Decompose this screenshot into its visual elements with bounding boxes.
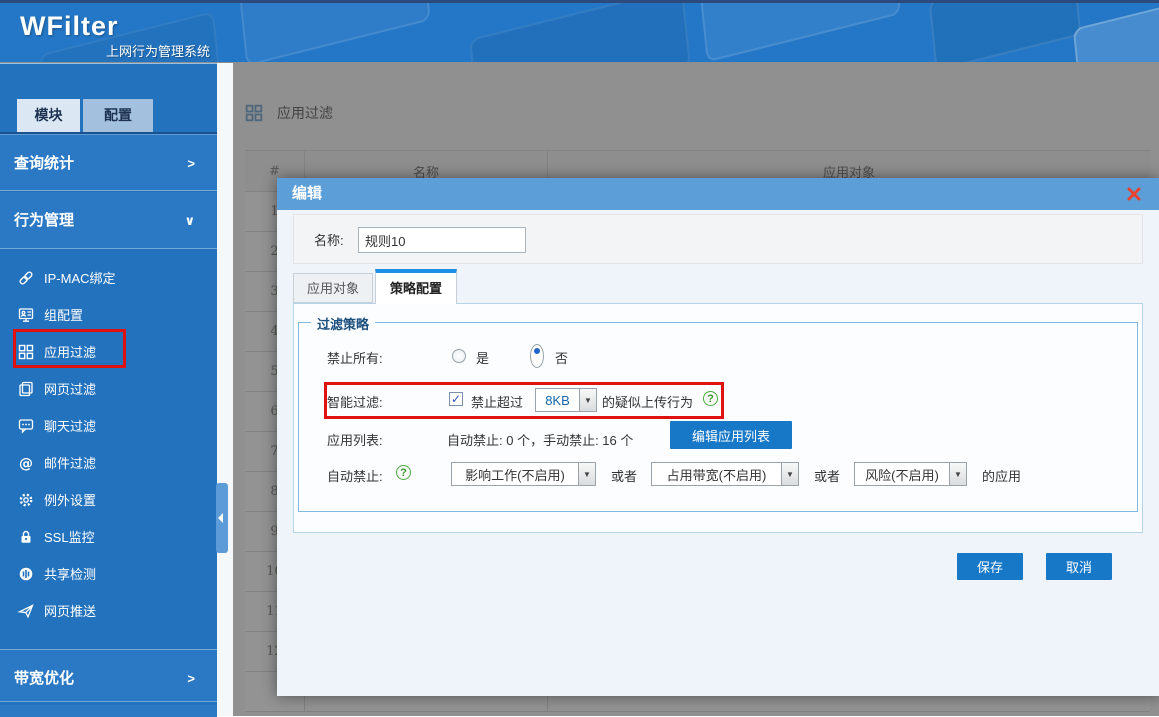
radio-no[interactable] <box>530 344 544 368</box>
sidebar-item-share-detect[interactable]: 共享检测 <box>0 555 217 592</box>
chat-icon <box>17 418 35 434</box>
top-banner: WFilter 上网行为管理系统 <box>0 0 1159 63</box>
smart-filter-label: 智能过滤: <box>327 392 383 411</box>
chevron-down-icon[interactable]: ▼ <box>781 463 798 485</box>
app-logo: WFilter <box>20 11 119 42</box>
impact-work-value: 影响工作(不启用) <box>452 465 578 484</box>
filter-policy-fieldset: 过滤策略 禁止所有: 是 否 智能过滤: ✓ 禁止超过 8KB ▼ 的疑似上传行… <box>298 322 1138 512</box>
chevron-down-icon: ∨ <box>184 192 195 249</box>
sidebar-item-web-push[interactable]: 网页推送 <box>0 592 217 629</box>
radio-yes[interactable] <box>452 349 466 363</box>
size-select-value: 8KB <box>536 393 579 408</box>
sidebar-gap <box>217 63 233 716</box>
grid-icon <box>17 344 35 360</box>
sidebar-item-web-filter[interactable]: 网页过滤 <box>0 370 217 407</box>
sidebar-section-stats[interactable]: 查询统计 > <box>0 134 217 191</box>
size-select[interactable]: 8KB ▼ <box>535 388 597 412</box>
radio-no-label[interactable]: 否 <box>555 348 568 367</box>
auto-forbid-label: 自动禁止: <box>327 466 383 485</box>
gear-icon <box>17 492 35 508</box>
sidebar-section-bandwidth[interactable]: 带宽优化 > <box>0 649 217 702</box>
chevron-right-icon: > <box>187 135 195 192</box>
edit-app-list-button[interactable]: 编辑应用列表 <box>670 421 792 449</box>
chevron-down-icon[interactable]: ▼ <box>949 463 966 485</box>
risk-select[interactable]: 风险(不启用) ▼ <box>854 462 967 486</box>
keyboard-key-decoration <box>699 0 901 62</box>
bandwidth-usage-value: 占用带宽(不启用) <box>652 465 781 484</box>
close-icon[interactable] <box>1125 185 1143 203</box>
lock-icon <box>17 529 35 545</box>
at-icon: @ <box>17 455 35 471</box>
of-apps-label: 的应用 <box>982 466 1021 485</box>
sidebar-item-exceptions[interactable]: 例外设置 <box>0 481 217 518</box>
app-subtitle: 上网行为管理系统 <box>106 41 210 60</box>
sidebar-item-ssl-monitor[interactable]: SSL监控 <box>0 518 217 555</box>
help-icon[interactable]: ? <box>396 465 411 480</box>
share-icon <box>17 566 35 582</box>
app-list-counts: 自动禁止: 0 个，手动禁止: 16 个 <box>447 430 633 449</box>
or-label: 或者 <box>814 466 840 485</box>
radio-yes-label[interactable]: 是 <box>476 348 489 367</box>
sidebar-item-ip-mac[interactable]: IP-MAC绑定 <box>0 259 217 296</box>
sidebar-item-group-config[interactable]: 组配置 <box>0 296 217 333</box>
edit-dialog: 编辑 名称: 应用对象 策略配置 过滤策略 禁止所有: 是 否 智能过滤: ✓ <box>277 178 1159 696</box>
sidebar-submenu: IP-MAC绑定 组配置 应用过滤 网页过滤 聊天过滤 <box>0 259 217 629</box>
forbid-all-label: 禁止所有: <box>327 348 383 367</box>
tab-modules[interactable]: 模块 <box>17 99 80 132</box>
forbid-all-row: 禁止所有: 是 否 <box>299 343 1137 369</box>
keyboard-key-decoration <box>929 0 1082 63</box>
sidebar-item-app-filter[interactable]: 应用过滤 <box>0 333 217 370</box>
send-icon <box>17 603 35 619</box>
tab-policy-config[interactable]: 策略配置 <box>375 269 457 304</box>
keyboard-key-decoration <box>1073 0 1159 63</box>
or-label: 或者 <box>611 466 637 485</box>
risk-value: 风险(不启用) <box>855 465 949 484</box>
help-icon[interactable]: ? <box>703 391 718 406</box>
sidebar: 模块 配置 查询统计 > 行为管理 ∨ IP-MAC绑定 组配置 应用过滤 <box>0 63 217 716</box>
name-label: 名称: <box>314 230 344 249</box>
sidebar-tab-bar: 模块 配置 <box>0 99 217 132</box>
save-button[interactable]: 保存 <box>957 553 1023 580</box>
dialog-title-bar: 编辑 <box>277 178 1159 210</box>
sidebar-section-behavior[interactable]: 行为管理 ∨ <box>0 192 217 249</box>
auto-forbid-row: 自动禁止: ? 影响工作(不启用) ▼ 或者 占用带宽(不启用) ▼ 或者 风险… <box>299 461 1137 487</box>
rule-name-panel: 名称: <box>293 214 1143 264</box>
app-list-row: 应用列表: 自动禁止: 0 个，手动禁止: 16 个 编辑应用列表 <box>299 425 1137 451</box>
chevron-down-icon[interactable]: ▼ <box>579 389 596 411</box>
pages-icon <box>17 381 35 397</box>
smart-filter-checkbox[interactable]: ✓ <box>449 392 463 406</box>
policy-tab-panel: 过滤策略 禁止所有: 是 否 智能过滤: ✓ 禁止超过 8KB ▼ 的疑似上传行… <box>293 303 1143 533</box>
smart-filter-row: 智能过滤: ✓ 禁止超过 8KB ▼ 的疑似上传行为 ? <box>299 387 1137 413</box>
sidebar-section-next-partial[interactable] <box>0 705 217 717</box>
link-icon <box>17 270 35 286</box>
bandwidth-usage-select[interactable]: 占用带宽(不启用) ▼ <box>651 462 799 486</box>
sidebar-item-mail-filter[interactable]: @ 邮件过滤 <box>0 444 217 481</box>
fieldset-legend: 过滤策略 <box>311 314 375 333</box>
svg-text:@: @ <box>19 456 33 471</box>
keyboard-key-decoration <box>239 0 431 63</box>
impact-work-select[interactable]: 影响工作(不启用) ▼ <box>451 462 596 486</box>
tab-app-target[interactable]: 应用对象 <box>293 273 373 303</box>
rule-name-input[interactable] <box>358 227 526 253</box>
collapse-left-icon <box>218 513 223 523</box>
chevron-down-icon[interactable]: ▼ <box>578 463 595 485</box>
keyboard-key-decoration <box>469 0 691 63</box>
forbid-over-label: 禁止超过 <box>471 392 523 411</box>
app-list-label: 应用列表: <box>327 430 383 449</box>
chevron-right-icon: > <box>187 650 195 707</box>
sidebar-collapse-handle[interactable] <box>216 483 228 553</box>
tab-config[interactable]: 配置 <box>83 99 153 132</box>
dialog-title: 编辑 <box>292 185 322 202</box>
sidebar-item-chat-filter[interactable]: 聊天过滤 <box>0 407 217 444</box>
group-icon <box>17 307 35 323</box>
suspected-upload-label: 的疑似上传行为 <box>602 392 693 411</box>
cancel-button[interactable]: 取消 <box>1046 553 1112 580</box>
